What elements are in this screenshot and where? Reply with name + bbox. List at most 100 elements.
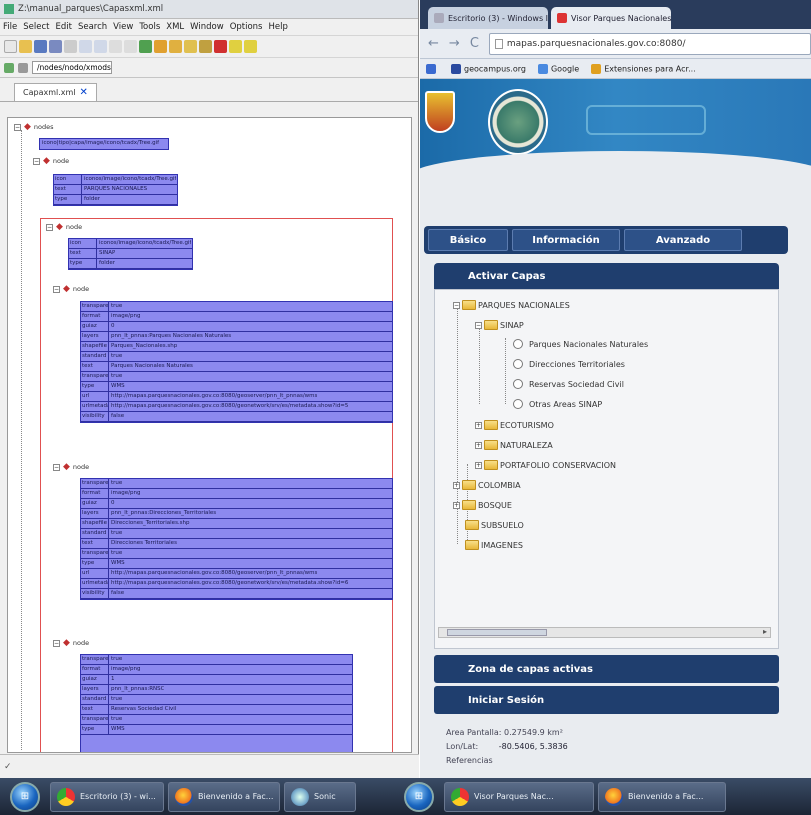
active-layers-zone[interactable]: Zona de capas activas	[434, 655, 779, 683]
menu-search[interactable]: Search	[78, 22, 107, 32]
layer-attr-table[interactable]: transparentetrueformatimage/pngguiaz1lay…	[80, 654, 353, 752]
new-file-icon[interactable]	[4, 40, 17, 53]
forward-arrow-icon[interactable]: →	[449, 36, 460, 51]
add-node-icon[interactable]	[139, 40, 152, 53]
root-node[interactable]: − ◆ nodes	[14, 122, 54, 132]
undo-icon[interactable]	[79, 40, 92, 53]
folder-node[interactable]: − ◆ node	[33, 156, 69, 166]
taskbar-item[interactable]: Sonic	[284, 781, 356, 812]
scrollbar-thumb[interactable]	[447, 629, 547, 636]
move-up-icon[interactable]	[229, 40, 242, 53]
layer-radio[interactable]	[513, 379, 523, 389]
tree-folder-portafolio[interactable]: + PORTAFOLIO CONSERVACION	[475, 460, 616, 470]
tree-folder-imagenes[interactable]: IMAGENES	[465, 540, 523, 550]
redo-icon[interactable]	[94, 40, 107, 53]
move-down-icon[interactable]	[244, 40, 257, 53]
layer-parques-naturales[interactable]: Parques Nacionales Naturales	[513, 339, 648, 349]
menu-window[interactable]: Window	[190, 22, 224, 32]
menu-select[interactable]: Select	[23, 22, 49, 32]
layer-reservas[interactable]: Reservas Sociedad Civil	[513, 379, 624, 389]
collapse-icon[interactable]: −	[475, 321, 482, 329]
node-child-icon[interactable]	[169, 40, 182, 53]
scroll-right-icon[interactable]: ▸	[763, 627, 767, 636]
expand-icon[interactable]: +	[453, 481, 460, 489]
sinap-attr-table[interactable]: icon iconos/image/icono/tcadx/Tree.gif te…	[68, 238, 193, 270]
xpath-field[interactable]: /nodes/nodo/xmods	[32, 61, 112, 74]
tree-folder-ecoturismo[interactable]: + ECOTURISMO	[475, 420, 554, 430]
tree-folder-bosque[interactable]: + BOSQUE	[453, 500, 512, 510]
layer-radio[interactable]	[513, 359, 523, 369]
taskbar-item[interactable]: Visor Parques Nac...	[444, 781, 594, 812]
layer-otras-areas[interactable]: Otras Areas SINAP	[513, 399, 602, 409]
node-icon[interactable]	[154, 40, 167, 53]
tree-folder-subsuelo[interactable]: SUBSUELO	[465, 520, 524, 530]
delete-icon[interactable]	[214, 40, 227, 53]
collapse-icon[interactable]: −	[53, 285, 60, 293]
layer-radio[interactable]	[513, 399, 523, 409]
collapse-icon[interactable]: −	[53, 463, 60, 471]
layer-node[interactable]: − ◆ node	[53, 462, 89, 472]
tab-avanzado[interactable]: Avanzado	[624, 229, 742, 251]
tree-folder-naturaleza[interactable]: + NATURALEZA	[475, 440, 553, 450]
tree-folder-sinap[interactable]: − SINAP	[475, 320, 524, 330]
layer-node[interactable]: − ◆ node	[53, 638, 89, 648]
print-icon[interactable]	[64, 40, 77, 53]
cut-icon[interactable]	[109, 40, 122, 53]
tab-escritorio[interactable]: Escritorio (3) - Windows Intern... ×	[428, 7, 548, 29]
tab-basico[interactable]: Básico	[428, 229, 508, 251]
layer-node[interactable]: − ◆ node	[53, 284, 89, 294]
reload-icon[interactable]: C	[470, 36, 479, 51]
menu-options[interactable]: Options	[230, 22, 263, 32]
menu-xml[interactable]: XML	[166, 22, 184, 32]
back-icon[interactable]	[4, 62, 14, 73]
login-button[interactable]: Iniciar Sesión	[434, 686, 779, 714]
collapse-icon[interactable]: −	[14, 123, 21, 131]
layer-attr-table[interactable]: transparentetrueformatimage/pngguiaz0lay…	[80, 301, 393, 423]
bookmark-google[interactable]: Google	[537, 63, 579, 74]
tab-informacion[interactable]: Información	[512, 229, 620, 251]
menu-file[interactable]: File	[3, 22, 17, 32]
tree-folder-parques[interactable]: − PARQUES NACIONALES	[453, 300, 570, 310]
layer-direcciones[interactable]: Direcciones Territoriales	[513, 359, 625, 369]
root-attr-table[interactable]: icono|tipo|capa/image/icono/tcadx/Tree.g…	[39, 138, 169, 150]
expand-icon[interactable]: +	[475, 461, 482, 469]
taskbar-item[interactable]: Bienvenido a Fac...	[598, 781, 726, 812]
expand-icon[interactable]: +	[453, 501, 460, 509]
collapse-icon[interactable]: −	[33, 157, 40, 165]
open-folder-icon[interactable]	[19, 40, 32, 53]
collapse-icon[interactable]: −	[46, 223, 53, 231]
expand-icon[interactable]: +	[475, 421, 482, 429]
taskbar-item[interactable]: Bienvenido a Fac...	[168, 781, 280, 812]
menu-tools[interactable]: Tools	[139, 22, 160, 32]
layer-radio[interactable]	[513, 339, 523, 349]
layers-panel-header[interactable]: Activar Capas	[434, 263, 779, 289]
expand-icon[interactable]: +	[475, 441, 482, 449]
sinap-node[interactable]: − ◆ node	[46, 222, 82, 232]
apps-icon[interactable]	[426, 63, 439, 74]
tree-folder-colombia[interactable]: + COLOMBIA	[453, 480, 521, 490]
menu-help[interactable]: Help	[268, 22, 287, 32]
horizontal-scrollbar[interactable]: ▸	[438, 627, 771, 638]
tab-visor-parques[interactable]: Visor Parques Nacionales	[551, 7, 671, 29]
menu-view[interactable]: View	[113, 22, 133, 32]
save-icon[interactable]	[34, 40, 47, 53]
collapse-icon[interactable]: −	[53, 639, 60, 647]
node-text-icon[interactable]	[199, 40, 212, 53]
start-button-2[interactable]: ⊞	[404, 781, 434, 812]
collapse-icon[interactable]: −	[453, 301, 460, 309]
node-attr-icon[interactable]	[184, 40, 197, 53]
bookmark-geocampus[interactable]: geocampus.org	[451, 63, 526, 74]
taskbar-item[interactable]: Escritorio (3) - wi...	[50, 781, 164, 812]
back-arrow-icon[interactable]: ←	[428, 36, 439, 51]
start-button[interactable]: ⊞	[10, 781, 40, 812]
layer-attr-table[interactable]: transparentetrueformatimage/pngguiaz0lay…	[80, 478, 393, 600]
bookmark-extensiones[interactable]: Extensiones para Acr...	[591, 63, 696, 74]
url-bar[interactable]: mapas.parquesnacionales.gov.co:8080/	[488, 32, 811, 55]
tab-capaxml[interactable]: Capaxml.xml ✕	[14, 83, 97, 101]
copy-icon[interactable]	[124, 40, 137, 53]
folder-attr-table[interactable]: icon iconos/image/icono/tcadx/Tree.gif te…	[53, 174, 178, 206]
close-tab-icon[interactable]: ✕	[80, 87, 88, 98]
forward-icon[interactable]	[18, 62, 28, 73]
menu-edit[interactable]: Edit	[55, 22, 71, 32]
save-all-icon[interactable]	[49, 40, 62, 53]
